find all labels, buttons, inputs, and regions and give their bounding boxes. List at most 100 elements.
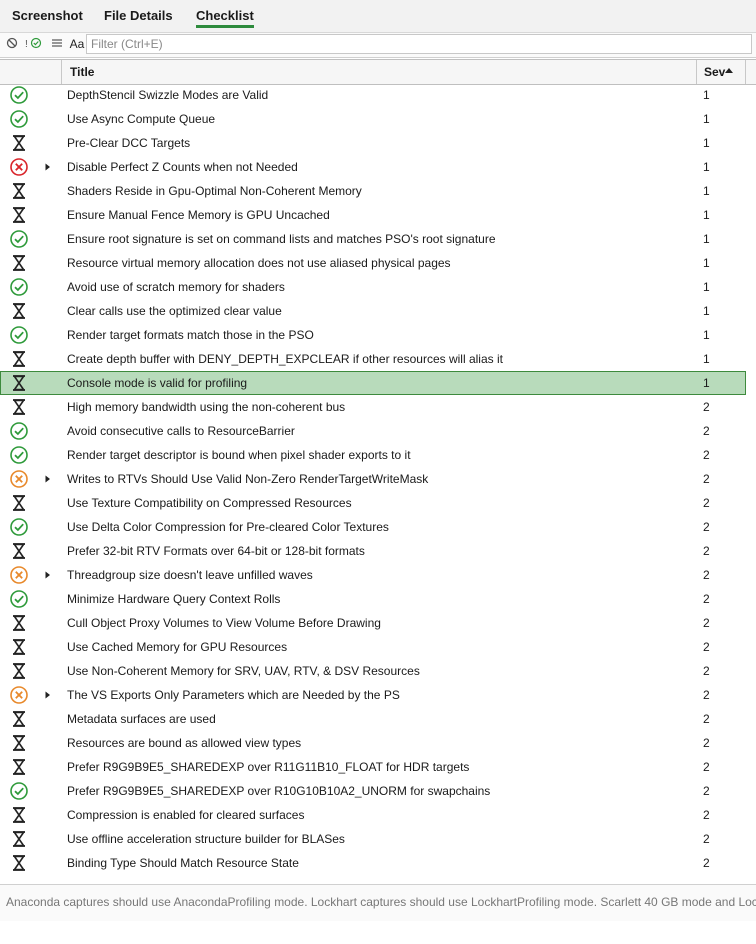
row-title: Shaders Reside in Gpu-Optimal Non-Cohere…	[67, 184, 362, 198]
table-row[interactable]: Threadgroup size doesn't leave unfilled …	[0, 563, 746, 587]
hourglass-icon	[9, 181, 29, 201]
table-row[interactable]: Console mode is valid for profiling 1	[0, 371, 746, 395]
status-bar: Anaconda captures should use AnacondaPro…	[0, 884, 756, 921]
hourglass-icon	[9, 493, 29, 513]
row-severity: 2	[703, 808, 710, 822]
check-circle-icon	[9, 109, 29, 129]
table-row[interactable]: Avoid consecutive calls to ResourceBarri…	[0, 419, 746, 443]
row-title: Metadata surfaces are used	[67, 712, 216, 726]
row-severity: 2	[703, 784, 710, 798]
table-row[interactable]: Ensure root signature is set on command …	[0, 227, 746, 251]
row-severity: 1	[703, 160, 710, 174]
tab-bar: Screenshot File Details Checklist	[0, 0, 756, 33]
table-row[interactable]: Use offline acceleration structure build…	[0, 827, 746, 851]
row-severity: 2	[703, 736, 710, 750]
table-row[interactable]: Use Async Compute Queue 1	[0, 107, 746, 131]
svg-text:!: !	[25, 39, 28, 49]
hourglass-icon	[9, 133, 29, 153]
table-row[interactable]: Binding Type Should Match Resource State…	[0, 851, 746, 875]
expand-arrow-icon[interactable]	[44, 161, 52, 173]
hourglass-icon	[9, 757, 29, 777]
table-row[interactable]: Prefer R9G9B9E5_SHAREDEXP over R10G10B10…	[0, 779, 746, 803]
table-row[interactable]: Ensure Manual Fence Memory is GPU Uncach…	[0, 203, 746, 227]
table-row[interactable]: Render target formats match those in the…	[0, 323, 746, 347]
row-title: Binding Type Should Match Resource State	[67, 856, 299, 870]
filter-input[interactable]	[86, 34, 752, 54]
table-row[interactable]: Render target descriptor is bound when p…	[0, 443, 746, 467]
tab-checklist[interactable]: Checklist	[196, 8, 254, 28]
match-case-button[interactable]: Aa	[68, 37, 86, 51]
warning-circle-icon	[9, 565, 29, 585]
table-row[interactable]: Compression is enabled for cleared surfa…	[0, 803, 746, 827]
row-severity: 2	[703, 640, 710, 654]
row-severity: 1	[703, 304, 710, 318]
row-title: Ensure Manual Fence Memory is GPU Uncach…	[67, 208, 330, 222]
no-entry-icon[interactable]	[5, 37, 19, 51]
table-row[interactable]: Use Cached Memory for GPU Resources 2	[0, 635, 746, 659]
table-row[interactable]: DepthStencil Swizzle Modes are Valid 1	[0, 83, 746, 107]
check-circle-icon	[9, 277, 29, 297]
table-row[interactable]: Writes to RTVs Should Use Valid Non-Zero…	[0, 467, 746, 491]
column-header-status[interactable]	[0, 60, 61, 84]
not-passed-icon[interactable]: !	[25, 37, 43, 51]
table-row[interactable]: Resources are bound as allowed view type…	[0, 731, 746, 755]
row-severity: 2	[703, 520, 710, 534]
row-severity: 2	[703, 424, 710, 438]
expand-arrow-icon[interactable]	[44, 473, 52, 485]
column-header-sev[interactable]: Sev	[696, 60, 746, 84]
table-row[interactable]: Shaders Reside in Gpu-Optimal Non-Cohere…	[0, 179, 746, 203]
table-row[interactable]: Use Delta Color Compression for Pre-clea…	[0, 515, 746, 539]
tab-file-details[interactable]: File Details	[104, 8, 173, 23]
row-severity: 2	[703, 856, 710, 870]
hourglass-icon	[9, 853, 29, 873]
row-title: Use Texture Compatibility on Compressed …	[67, 496, 352, 510]
row-severity: 1	[703, 376, 710, 390]
table-row[interactable]: Resource virtual memory allocation does …	[0, 251, 746, 275]
row-title: Render target descriptor is bound when p…	[67, 448, 411, 462]
row-title: Minimize Hardware Query Context Rolls	[67, 592, 281, 606]
hourglass-icon	[9, 733, 29, 753]
list-icon[interactable]	[50, 37, 64, 51]
check-circle-icon	[9, 421, 29, 441]
row-severity: 2	[703, 664, 710, 678]
table-row[interactable]: Use Texture Compatibility on Compressed …	[0, 491, 746, 515]
expand-arrow-icon[interactable]	[44, 569, 52, 581]
tab-screenshot[interactable]: Screenshot	[12, 8, 83, 23]
row-title: Prefer R9G9B9E5_SHAREDEXP over R10G10B10…	[67, 784, 491, 798]
row-severity: 2	[703, 472, 710, 486]
row-title: Compression is enabled for cleared surfa…	[67, 808, 305, 822]
table-row[interactable]: Avoid use of scratch memory for shaders 1	[0, 275, 746, 299]
row-title: Cull Object Proxy Volumes to View Volume…	[67, 616, 381, 630]
table-row[interactable]: Create depth buffer with DENY_DEPTH_EXPC…	[0, 347, 746, 371]
table-row[interactable]: Metadata surfaces are used 2	[0, 707, 746, 731]
table-row[interactable]: Prefer 32-bit RTV Formats over 64-bit or…	[0, 539, 746, 563]
row-severity: 1	[703, 352, 710, 366]
row-title: Ensure root signature is set on command …	[67, 232, 496, 246]
hourglass-icon	[9, 541, 29, 561]
row-severity: 1	[703, 184, 710, 198]
table-row[interactable]: The VS Exports Only Parameters which are…	[0, 683, 746, 707]
row-title: Render target formats match those in the…	[67, 328, 314, 342]
table-row[interactable]: Disable Perfect Z Counts when not Needed…	[0, 155, 746, 179]
row-severity: 1	[703, 280, 710, 294]
row-severity: 1	[703, 136, 710, 150]
table-row[interactable]: Cull Object Proxy Volumes to View Volume…	[0, 611, 746, 635]
table-row[interactable]: Prefer R9G9B9E5_SHAREDEXP over R11G11B10…	[0, 755, 746, 779]
table-row[interactable]: Clear calls use the optimized clear valu…	[0, 299, 746, 323]
table-row[interactable]: Minimize Hardware Query Context Rolls 2	[0, 587, 746, 611]
column-sev-label: Sev	[704, 65, 726, 79]
table-row[interactable]: High memory bandwidth using the non-cohe…	[0, 395, 746, 419]
table-row[interactable]: Use Non-Coherent Memory for SRV, UAV, RT…	[0, 659, 746, 683]
checklist-table: DepthStencil Swizzle Modes are Valid 1 Use…	[0, 83, 756, 883]
check-circle-icon	[9, 325, 29, 345]
row-title: DepthStencil Swizzle Modes are Valid	[67, 88, 269, 102]
check-circle-icon	[9, 517, 29, 537]
check-circle-icon	[9, 85, 29, 105]
table-row[interactable]: Pre-Clear DCC Targets 1	[0, 131, 746, 155]
row-severity: 1	[703, 232, 710, 246]
expand-arrow-icon[interactable]	[44, 689, 52, 701]
row-title: Resources are bound as allowed view type…	[67, 736, 302, 750]
row-title: Use Cached Memory for GPU Resources	[67, 640, 288, 654]
row-title: Avoid consecutive calls to ResourceBarri…	[67, 424, 295, 438]
column-header-title[interactable]: Title	[61, 60, 696, 84]
